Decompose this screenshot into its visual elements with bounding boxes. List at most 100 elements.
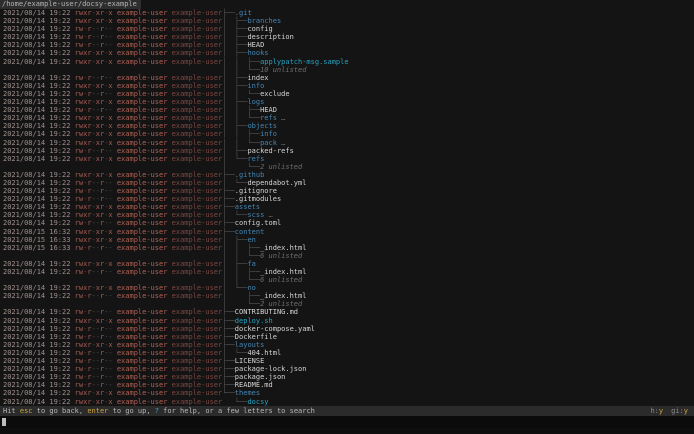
tree-row[interactable]: │ │ └──6 unlisted [0,252,694,260]
tree-row[interactable]: 2021/08/14 19:22 rwxr-xr-x example-user … [0,155,694,163]
tree-row[interactable]: 2021/08/14 19:22 rwxr-xr-x example-user … [0,260,694,268]
tree-row[interactable]: 2021/08/14 19:22 rw-r--r-- example-user … [0,90,694,98]
entry-owner: example-user [112,365,168,374]
tree-row[interactable]: 2021/08/14 19:22 rw-r--r-- example-user … [0,74,694,82]
entry-group: example-user [167,187,223,196]
entry-group: example-user [167,365,223,374]
tree-row[interactable]: 2021/08/14 19:22 rwxr-xr-x example-user … [0,130,694,138]
entry-meta: 2021/08/14 19:22 rwxr-xr-x example-user … [3,98,222,106]
entry-meta: 2021/08/14 19:22 rw-r--r-- example-user … [3,373,222,381]
truncation-ellipsis: … [276,138,286,147]
tree-row[interactable]: 2021/08/14 19:22 rw-r--r-- example-user … [0,325,694,333]
entry-name: deploy.sh [234,316,273,325]
entry-date: 2021/08/14 19:22 [3,308,75,317]
tree-row[interactable]: │ └──2 unlisted [0,163,694,171]
entry-date: 2021/08/14 19:22 [3,25,75,34]
entry-meta: 2021/08/15 16:33 rw-r--r-- example-user … [3,244,222,252]
tree-row[interactable]: 2021/08/14 19:22 rwxr-xr-x example-user … [0,203,694,211]
hint-segment: for help, or a few letters to search [158,406,315,415]
tree-row[interactable]: 2021/08/14 19:22 rw-r--r-- example-user … [0,365,694,373]
entry-owner: example-user [112,203,168,212]
entry-meta: 2021/08/14 19:22 rw-r--r-- example-user … [3,219,222,227]
entry-name: HEAD [260,106,277,115]
tree-row[interactable]: 2021/08/14 19:22 rw-r--r-- example-user … [0,41,694,49]
tree-row[interactable]: 2021/08/14 19:22 rwxr-xr-x example-user … [0,211,694,219]
current-path[interactable]: /home/example-user/docsy-example [0,0,141,9]
tree-row[interactable]: 2021/08/14 19:22 rwxr-xr-x example-user … [0,58,694,66]
tree-row[interactable]: 2021/08/14 19:22 rwxr-xr-x example-user … [0,389,694,397]
broot-terminal: /home/example-user/docsy-example 2021/08… [0,0,694,434]
tree-row[interactable]: 2021/08/14 19:22 rwxr-xr-x example-user … [0,284,694,292]
tree-row[interactable]: │ └──2 unlisted [0,300,694,308]
tree-branch-lines: │ ├── [222,17,248,26]
tree-row[interactable]: 2021/08/15 16:33 rw-r--r-- example-user … [0,244,694,252]
tree-row[interactable]: 2021/08/15 16:32 rwxr-xr-x example-user … [0,228,694,236]
entry-name: 10 unlisted [260,65,307,74]
entry-perms: rwxr-xr-x [74,98,113,107]
entry-meta: 2021/08/14 19:22 rw-r--r-- example-user … [3,147,222,155]
tree-row[interactable]: 2021/08/14 19:22 rw-r--r-- example-user … [0,357,694,365]
entry-owner: example-user [112,33,168,42]
tree-row[interactable]: 2021/08/15 16:33 rwxr-xr-x example-user … [0,236,694,244]
entry-meta: 2021/08/14 19:22 rwxr-xr-x example-user … [3,130,222,138]
entry-name: 6 unlisted [260,251,303,260]
tree-row[interactable]: 2021/08/14 19:22 rwxr-xr-x example-user … [0,9,694,17]
tree-row[interactable]: 2021/08/14 19:22 rw-r--r-- example-user … [0,349,694,357]
entry-owner: example-user [112,178,168,187]
entry-name: applypatch-msg.sample [260,57,349,66]
entry-owner: example-user [112,138,168,147]
flag-label: gi: [671,406,684,415]
entry-owner: example-user [112,284,168,293]
tree-row[interactable]: │ │ └──10 unlisted [0,66,694,74]
tree-branch-lines: ├── [222,340,235,349]
entry-meta: 2021/08/14 19:22 rwxr-xr-x example-user … [3,389,222,397]
entry-name: logs [247,98,265,107]
entry-group: example-user [167,41,223,50]
entry-owner: example-user [112,187,168,196]
tree-row[interactable]: 2021/08/14 19:22 rwxr-xr-x example-user … [0,17,694,25]
tree-row[interactable]: │ │ └──6 unlisted [0,276,694,284]
tree-row[interactable]: 2021/08/14 19:22 rw-r--r-- example-user … [0,219,694,227]
tree-row[interactable]: 2021/08/14 19:22 rw-r--r-- example-user … [0,268,694,276]
mode-flag[interactable]: gi:y [671,407,688,415]
tree-row[interactable]: 2021/08/14 19:22 rw-r--r-- example-user … [0,187,694,195]
entry-meta: 2021/08/14 19:22 rwxr-xr-x example-user … [3,58,222,66]
tree-row[interactable]: 2021/08/14 19:22 rwxr-xr-x example-user … [0,139,694,147]
tree-row[interactable]: 2021/08/14 19:22 rwxr-xr-x example-user … [0,398,694,406]
tree-row[interactable]: 2021/08/14 19:22 rwxr-xr-x example-user … [0,49,694,57]
tree-branch-lines: ├── [222,365,235,374]
tree-row[interactable]: 2021/08/14 19:22 rw-r--r-- example-user … [0,308,694,316]
entry-owner: example-user [112,73,168,82]
entry-date: 2021/08/14 19:22 [3,381,75,390]
tree-branch-lines: │ ├── [222,235,248,244]
tree-row[interactable]: 2021/08/14 19:22 rw-r--r-- example-user … [0,381,694,389]
mode-flag[interactable]: h:y [650,407,663,415]
tree-row[interactable]: 2021/08/14 19:22 rw-r--r-- example-user … [0,106,694,114]
entry-meta: 2021/08/14 19:22 rw-r--r-- example-user … [3,74,222,82]
entry-perms: rw-r--r-- [74,324,113,333]
tree-row[interactable]: 2021/08/14 19:22 rw-r--r-- example-user … [0,33,694,41]
entry-meta: 2021/08/15 16:32 rwxr-xr-x example-user … [3,228,222,236]
entry-date: 2021/08/14 19:22 [3,373,75,382]
tree-row[interactable]: 2021/08/14 19:22 rw-r--r-- example-user … [0,25,694,33]
tree-row[interactable]: 2021/08/14 19:22 rw-r--r-- example-user … [0,147,694,155]
entry-date: 2021/08/14 19:22 [3,259,75,268]
entry-owner: example-user [112,308,168,317]
tree-branch-lines: ├── [222,308,235,317]
entry-perms: rwxr-xr-x [74,259,113,268]
entry-date: 2021/08/14 19:22 [3,57,75,66]
tree-row[interactable]: 2021/08/14 19:22 rw-r--r-- example-user … [0,292,694,300]
entry-owner: example-user [112,235,168,244]
tree-row[interactable]: 2021/08/14 19:22 rwxr-xr-x example-user … [0,122,694,130]
tree-row[interactable]: 2021/08/14 19:22 rwxr-xr-x example-user … [0,98,694,106]
tree-row[interactable]: 2021/08/14 19:22 rwxr-xr-x example-user … [0,341,694,349]
tree-row[interactable]: 2021/08/14 19:22 rwxr-xr-x example-user … [0,171,694,179]
tree-row[interactable]: 2021/08/14 19:22 rw-r--r-- example-user … [0,179,694,187]
search-input[interactable] [0,415,694,428]
tree-row[interactable]: 2021/08/14 19:22 rwxr-xr-x example-user … [0,114,694,122]
tree-row[interactable]: 2021/08/14 19:22 rw-r--r-- example-user … [0,195,694,203]
tree-row[interactable]: 2021/08/14 19:22 rw-r--r-- example-user … [0,333,694,341]
tree-row[interactable]: 2021/08/14 19:22 rwxr-xr-x example-user … [0,317,694,325]
tree-row[interactable]: 2021/08/14 19:22 rw-r--r-- example-user … [0,373,694,381]
tree-row[interactable]: 2021/08/14 19:22 rwxr-xr-x example-user … [0,82,694,90]
